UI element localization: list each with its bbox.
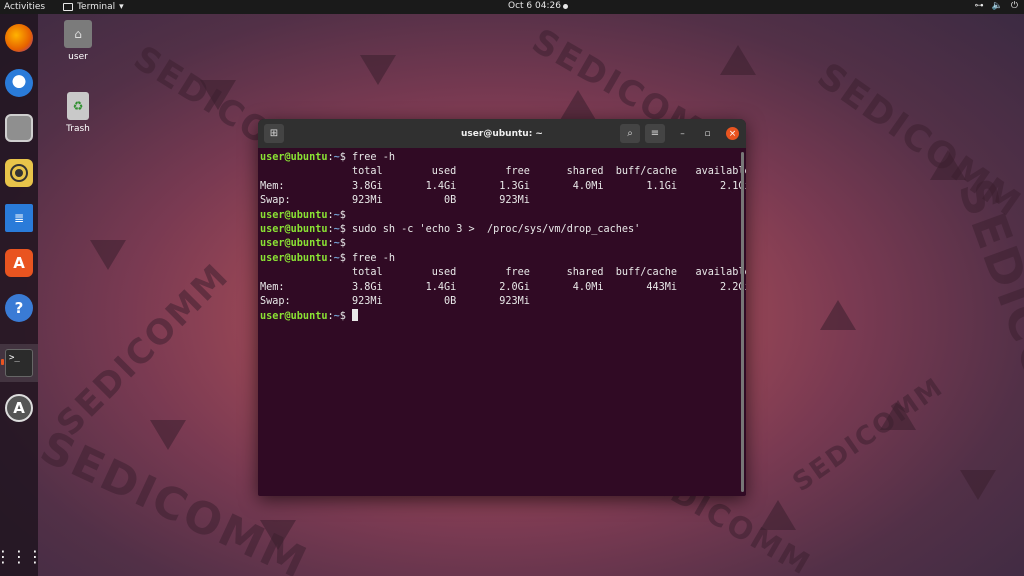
watermark-logo (560, 90, 596, 120)
output-line: total used free shared buff/cache availa… (260, 166, 746, 178)
top-bar: Activities Terminal ▾ Oct 6 04:26 ⊶ 🔈 ⏻ (0, 0, 1024, 14)
prompt-symbol: $ (339, 238, 346, 250)
files-icon[interactable] (5, 114, 33, 142)
prompt-user: user@ubuntu (260, 238, 328, 250)
folder-home-icon: ⌂ (64, 20, 92, 48)
rhythmbox-icon[interactable] (5, 159, 33, 187)
prompt-user: user@ubuntu (260, 311, 328, 323)
trash-icon: ♻ (67, 92, 89, 120)
activities-button[interactable]: Activities (4, 2, 45, 12)
text-cursor (352, 309, 359, 322)
firefox-icon[interactable] (5, 24, 33, 52)
output-line: Mem: 3.8Gi 1.4Gi 2.0Gi 4.0Mi 443Mi 2.2Gi (260, 281, 746, 293)
hamburger-menu-icon: ≡ (650, 128, 660, 139)
search-icon: ⌕ (627, 128, 633, 139)
watermark-logo (760, 500, 796, 530)
close-button[interactable]: × (726, 127, 739, 140)
chevron-down-icon: ▾ (119, 2, 124, 12)
watermark-logo (360, 55, 396, 85)
power-icon: ⏻ (1010, 1, 1018, 11)
running-indicator (1, 359, 4, 365)
prompt-user: user@ubuntu (260, 223, 328, 235)
watermark-logo (720, 45, 756, 75)
watermark-logo (260, 520, 296, 550)
prompt-line: user@ubuntu:~$ (260, 309, 746, 323)
desktop-home-folder[interactable]: ⌂ user (53, 20, 103, 62)
updater-icon[interactable]: A (5, 394, 33, 422)
watermark-logo (960, 470, 996, 500)
window-title: user@ubuntu: ~ (461, 128, 543, 139)
command-text: free -h (345, 152, 395, 163)
watermark-logo (200, 80, 236, 110)
scrollbar[interactable] (741, 152, 744, 492)
output-line: Swap: 923Mi 0B 923Mi (260, 295, 530, 307)
watermark-text: SEDICOMM (946, 171, 1024, 485)
terminal-output[interactable]: user@ubuntu:~$ free -h total used free s… (258, 148, 746, 496)
output-line: Mem: 3.8Gi 1.4Gi 1.3Gi 4.0Mi 1.1Gi 2.1Gi (260, 180, 746, 192)
software-icon[interactable]: A (5, 249, 33, 277)
desktop-icon-label: user (68, 52, 88, 62)
app-menu-label: Terminal (77, 2, 116, 12)
thunderbird-icon[interactable] (5, 69, 33, 97)
prompt-line: user@ubuntu:~$ free -h (260, 252, 746, 266)
watermark-logo (820, 300, 856, 330)
notification-dot-icon (563, 4, 568, 9)
terminal-window[interactable]: ⊞ user@ubuntu: ~ ⌕ ≡ – ▫ × user@ubuntu:~… (258, 119, 746, 496)
watermark-logo (880, 400, 916, 430)
desktop-icon-label: Trash (66, 124, 90, 134)
system-tray[interactable]: ⊶ 🔈 ⏻ (975, 1, 1018, 11)
prompt-user: user@ubuntu (260, 152, 328, 163)
prompt-line: user@ubuntu:~$ free -h (260, 151, 746, 165)
desktop-trash[interactable]: ♻ Trash (53, 92, 103, 134)
menu-button[interactable]: ≡ (645, 124, 665, 143)
network-icon: ⊶ (974, 1, 984, 11)
watermark-logo (90, 240, 126, 270)
clock[interactable]: Oct 6 04:26 (508, 1, 561, 11)
minimize-icon: – (680, 128, 685, 139)
prompt-user: user@ubuntu (260, 252, 328, 264)
app-menu[interactable]: Terminal ▾ (63, 2, 124, 12)
dock: ≣ A ? >_ A ⋮⋮⋮ (0, 14, 43, 576)
command-text: free -h (345, 252, 395, 264)
terminal-icon[interactable]: >_ (5, 349, 33, 377)
output-line: total used free shared buff/cache availa… (260, 267, 746, 279)
maximize-button[interactable]: ▫ (701, 127, 714, 140)
maximize-icon: ▫ (704, 128, 711, 139)
title-bar[interactable]: ⊞ user@ubuntu: ~ ⌕ ≡ – ▫ × (258, 119, 746, 148)
app-grid-icon[interactable]: ⋮⋮⋮ (0, 542, 43, 570)
prompt-line: user@ubuntu:~$ sudo sh -c 'echo 3 > /pro… (260, 223, 746, 237)
prompt-line: user@ubuntu:~$ (260, 209, 746, 223)
watermark-text: SEDICOMM (48, 255, 238, 445)
prompt-user: user@ubuntu (260, 209, 328, 221)
prompt-line: user@ubuntu:~$ (260, 237, 746, 251)
volume-icon: 🔈 (991, 1, 1003, 11)
terminal-icon (63, 3, 74, 11)
writer-icon[interactable]: ≣ (5, 204, 33, 232)
watermark-logo (930, 150, 966, 180)
prompt-symbol: $ (339, 209, 346, 221)
close-icon: × (728, 128, 737, 139)
minimize-button[interactable]: – (676, 127, 689, 140)
watermark-text: SEDICOMM (787, 372, 950, 498)
command-text: sudo sh -c 'echo 3 > /proc/sys/vm/drop_c… (345, 223, 641, 235)
watermark-logo (150, 420, 186, 450)
output-line: Swap: 923Mi 0B 923Mi (260, 195, 530, 207)
search-button[interactable]: ⌕ (620, 124, 640, 143)
help-icon[interactable]: ? (5, 294, 33, 322)
